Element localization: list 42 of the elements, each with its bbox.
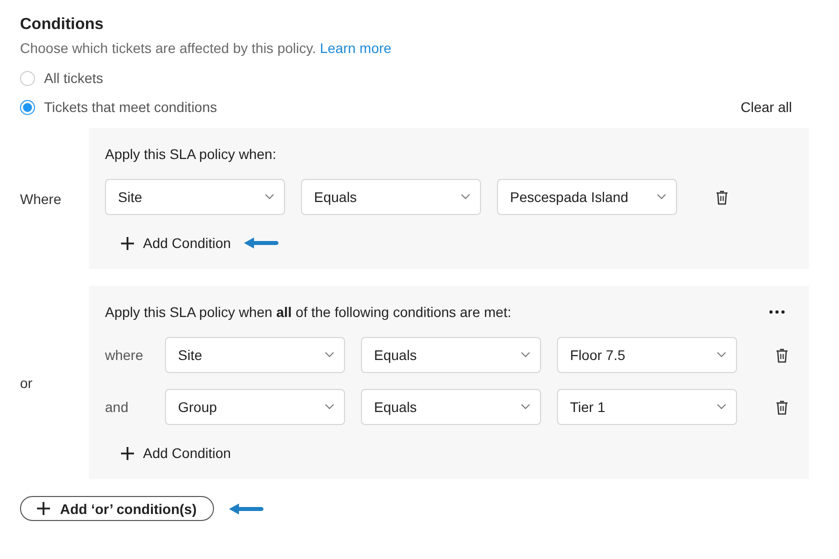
- connector-label: where: [105, 347, 144, 363]
- plus-icon: [121, 446, 134, 460]
- dropdown[interactable]: Group: [165, 389, 345, 425]
- dropdown[interactable]: Site: [105, 179, 285, 215]
- chevron-icon: [717, 404, 726, 410]
- chevron-icon: [657, 194, 666, 200]
- chevron-icon: [717, 352, 726, 358]
- chevron-icon: [325, 352, 334, 358]
- chevron-icon: [265, 194, 274, 200]
- panel-title: Apply this SLA policy when:: [105, 144, 276, 162]
- radio-option[interactable]: Tickets that meet conditions: [20, 98, 218, 116]
- add-condition-button[interactable]: Add Condition: [121, 229, 231, 257]
- group-label: Where: [20, 190, 62, 206]
- radio-option[interactable]: All tickets: [20, 69, 218, 87]
- group-label: or: [20, 374, 32, 390]
- clear-all-link[interactable]: Clear all: [740, 98, 792, 116]
- panel-title: Apply this SLA policy when all of the following conditions are met:: [105, 302, 512, 320]
- dropdown[interactable]: Pescespada Island: [497, 179, 677, 215]
- dropdown[interactable]: Equals: [301, 179, 481, 215]
- chevron-icon: [521, 352, 530, 358]
- dropdown[interactable]: Floor 7.5: [557, 337, 737, 373]
- radio-button[interactable]: [20, 100, 35, 114]
- radio-button[interactable]: [20, 70, 35, 86]
- trash-icon[interactable]: [716, 190, 728, 204]
- more-icon[interactable]: [769, 310, 785, 314]
- dropdown[interactable]: Tier 1: [557, 389, 737, 425]
- dropdown[interactable]: Equals: [361, 337, 541, 373]
- add-or-condition-button[interactable]: Add ‘or’ condition(s): [20, 496, 214, 521]
- connector-label: and: [105, 399, 128, 415]
- section-heading: Conditions: [20, 15, 105, 35]
- chevron-icon: [325, 404, 334, 410]
- plus-icon: [121, 236, 134, 250]
- chevron-icon: [461, 194, 470, 200]
- dropdown[interactable]: Site: [165, 337, 345, 373]
- trash-icon[interactable]: [776, 348, 788, 362]
- chevron-icon: [521, 404, 530, 410]
- description: Choose which tickets are affected by this policy.: [20, 40, 316, 56]
- dropdown[interactable]: Equals: [361, 389, 541, 425]
- plus-icon: [37, 502, 50, 515]
- trash-icon[interactable]: [776, 400, 788, 414]
- add-condition-button[interactable]: Add Condition: [121, 439, 231, 467]
- learn-more-link[interactable]: Learn more: [320, 40, 392, 56]
